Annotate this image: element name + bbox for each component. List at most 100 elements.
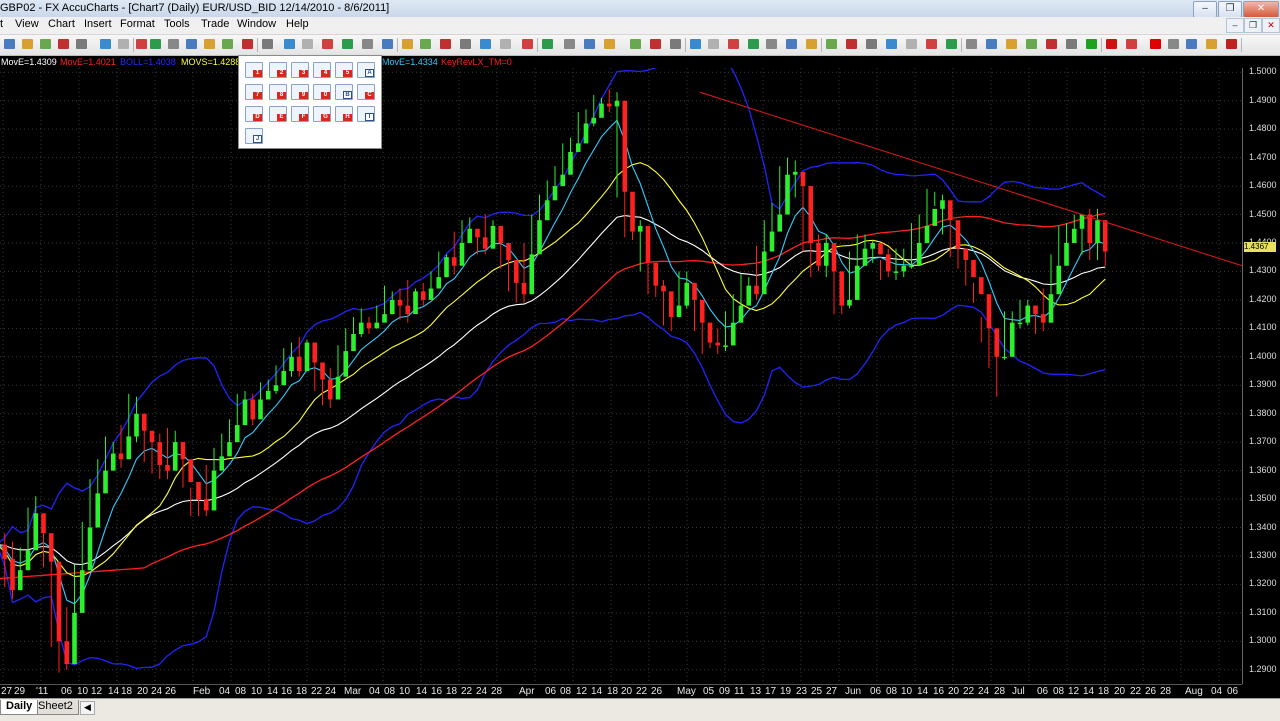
alert-icon[interactable] [564, 39, 575, 49]
sell-arrow-icon[interactable] [1186, 39, 1197, 49]
delete-icon[interactable] [1150, 39, 1161, 49]
pen-icon[interactable] [402, 39, 413, 49]
rectangle-icon[interactable] [362, 39, 373, 49]
buy-arrow-icon[interactable] [1168, 39, 1179, 49]
open-icon[interactable] [630, 39, 641, 49]
hand-icon[interactable] [302, 39, 313, 49]
fibonacci-icon[interactable] [1086, 39, 1097, 49]
zoom-in-icon[interactable] [766, 39, 777, 49]
text-icon[interactable] [1106, 39, 1117, 49]
menu-insert[interactable]: Insert [84, 18, 112, 30]
clock-icon[interactable] [242, 39, 253, 49]
palette-template-icon[interactable]: B [335, 84, 353, 100]
line-icon[interactable] [342, 39, 353, 49]
window-icon[interactable] [604, 39, 615, 49]
magnet-icon[interactable] [322, 39, 333, 49]
color-icon[interactable] [584, 39, 595, 49]
grid-icon[interactable] [204, 39, 215, 49]
buy-arrow-icon[interactable] [522, 39, 533, 49]
rectangle-icon[interactable] [1006, 39, 1017, 49]
menu-help[interactable]: Help [286, 18, 309, 30]
menu-format[interactable]: Format [120, 18, 155, 30]
line-icon[interactable] [986, 39, 997, 49]
mdi-close-button[interactable]: ✕ [1262, 18, 1280, 33]
mdi-restore-button[interactable]: ❐ [1244, 18, 1262, 33]
palette-template-icon[interactable]: 7 [245, 84, 263, 100]
palette-template-icon[interactable]: G [313, 106, 331, 122]
palette-template-icon[interactable]: I [357, 106, 375, 122]
pen-icon[interactable] [1046, 39, 1057, 49]
save-icon[interactable] [22, 39, 33, 49]
alert-icon[interactable] [1206, 39, 1217, 49]
crosshair-icon[interactable] [926, 39, 937, 49]
scroll-left-icon[interactable] [806, 39, 817, 49]
crosshair-icon[interactable] [284, 39, 295, 49]
print-preview-icon[interactable] [690, 39, 701, 49]
sell-arrow-icon[interactable] [542, 39, 553, 49]
scroll-left-icon[interactable] [168, 39, 179, 49]
palette-template-icon[interactable]: 9 [291, 84, 309, 100]
palette-template-icon[interactable]: D [245, 106, 263, 122]
print-icon[interactable] [670, 39, 681, 49]
fibonacci-icon[interactable] [440, 39, 451, 49]
palette-template-icon[interactable]: 4 [313, 62, 331, 78]
scroll-right-icon[interactable] [826, 39, 837, 49]
palette-template-icon[interactable]: 2 [269, 62, 287, 78]
menu-view[interactable]: View [15, 18, 39, 30]
zoom-in-icon[interactable] [136, 39, 147, 49]
menu-file[interactable]: t [0, 18, 3, 30]
tab-sheet2[interactable]: Sheet2 [32, 700, 79, 715]
channel-icon[interactable] [1126, 39, 1137, 49]
print-icon[interactable] [40, 39, 51, 49]
print-preview-icon[interactable] [58, 39, 69, 49]
menu-window[interactable]: Window [237, 18, 276, 30]
restore-button[interactable]: ❐ [1218, 1, 1242, 18]
ellipse-icon[interactable] [1026, 39, 1037, 49]
arc-icon[interactable] [420, 39, 431, 49]
open-icon[interactable] [4, 39, 15, 49]
delete-icon[interactable] [500, 39, 511, 49]
tab-daily[interactable]: Daily [0, 700, 39, 715]
arc-icon[interactable] [1066, 39, 1077, 49]
text-icon[interactable] [460, 39, 471, 49]
grid-icon[interactable] [846, 39, 857, 49]
save-icon[interactable] [650, 39, 661, 49]
clock-icon[interactable] [886, 39, 897, 49]
template-icon[interactable] [748, 39, 759, 49]
palette-template-icon[interactable]: 5 [335, 62, 353, 78]
palette-template-icon[interactable]: 8 [269, 84, 287, 100]
palette-template-icon[interactable]: J [245, 128, 263, 144]
palette-template-icon[interactable]: H [335, 106, 353, 122]
palette-template-icon[interactable]: E [269, 106, 287, 122]
channel-icon[interactable] [480, 39, 491, 49]
scroll-right-icon[interactable] [186, 39, 197, 49]
palette-template-icon[interactable]: 3 [291, 62, 309, 78]
properties-icon[interactable] [708, 39, 719, 49]
refresh-icon[interactable] [222, 39, 233, 49]
refresh-icon[interactable] [866, 39, 877, 49]
hand-icon[interactable] [946, 39, 957, 49]
palette-template-icon[interactable]: 1 [245, 62, 263, 78]
properties-icon[interactable] [76, 39, 87, 49]
palette-template-icon[interactable]: C [357, 84, 375, 100]
price-chart[interactable] [0, 68, 1242, 684]
menu-chart[interactable]: Chart [48, 18, 75, 30]
palette-template-icon[interactable]: A [357, 62, 375, 78]
new-chart-icon[interactable] [728, 39, 739, 49]
color-icon[interactable] [1226, 39, 1237, 49]
palette-template-icon[interactable]: 0 [313, 84, 331, 100]
menu-tools[interactable]: Tools [164, 18, 190, 30]
ellipse-icon[interactable] [382, 39, 393, 49]
template-icon[interactable] [118, 39, 129, 49]
mdi-minimize-button[interactable]: – [1226, 18, 1244, 33]
cursor-icon[interactable] [262, 39, 273, 49]
minimize-button[interactable]: – [1193, 1, 1217, 18]
zoom-out-icon[interactable] [150, 39, 161, 49]
magnet-icon[interactable] [966, 39, 977, 49]
cursor-icon[interactable] [906, 39, 917, 49]
scroll-left-icon[interactable]: ◀ [80, 701, 95, 715]
close-button[interactable]: ✕ [1243, 1, 1279, 18]
menu-trade[interactable]: Trade [201, 18, 229, 30]
new-chart-icon[interactable] [100, 39, 111, 49]
palette-template-icon[interactable]: F [291, 106, 309, 122]
